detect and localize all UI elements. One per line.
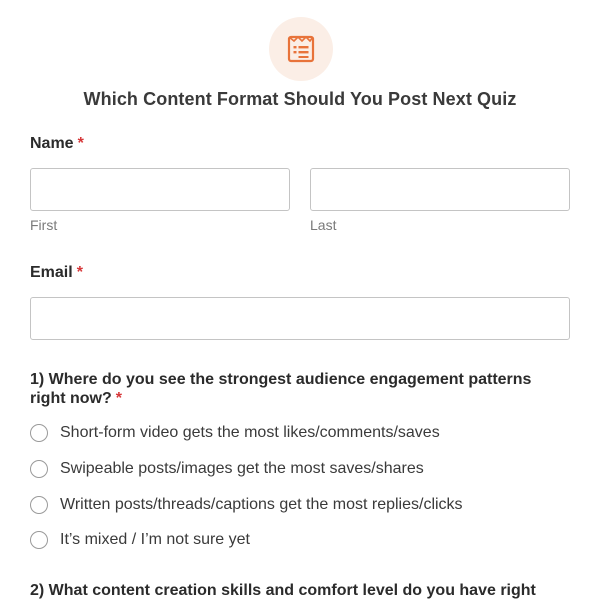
form-title: Which Content Format Should You Post Nex… xyxy=(83,89,517,109)
question-1-option-4[interactable]: It’s mixed / I’m not sure yet xyxy=(30,529,250,551)
name-label: Name * xyxy=(30,134,84,154)
radio-button[interactable] xyxy=(30,531,48,549)
option-label[interactable]: It’s mixed / I’m not sure yet xyxy=(60,530,250,550)
first-name-sublabel: First xyxy=(30,217,58,233)
question-1-option-3[interactable]: Written posts/threads/captions get the m… xyxy=(30,494,463,516)
last-name-sublabel: Last xyxy=(310,217,337,233)
email-label: Email * xyxy=(30,263,83,283)
required-asterisk: * xyxy=(77,135,84,152)
last-name-input[interactable] xyxy=(310,168,570,211)
option-label[interactable]: Written posts/threads/captions get the m… xyxy=(60,495,463,515)
form-list-icon xyxy=(287,35,315,63)
form-header-badge xyxy=(269,17,333,81)
first-name-input[interactable] xyxy=(30,168,290,211)
option-label[interactable]: Swipeable posts/images get the most save… xyxy=(60,459,424,479)
radio-button[interactable] xyxy=(30,424,48,442)
question-1-text: 1) Where do you see the strongest audien… xyxy=(30,371,532,407)
email-input[interactable] xyxy=(30,297,570,340)
option-label[interactable]: Short-form video gets the most likes/com… xyxy=(60,423,440,443)
question-2-label: 2) What content creation skills and comf… xyxy=(30,582,536,599)
radio-button[interactable] xyxy=(30,460,48,478)
question-1-option-2[interactable]: Swipeable posts/images get the most save… xyxy=(30,458,424,480)
question-1-option-1[interactable]: Short-form video gets the most likes/com… xyxy=(30,422,440,444)
required-asterisk: * xyxy=(76,264,83,281)
email-label-text: Email xyxy=(30,264,73,281)
question-1-label: 1) Where do you see the strongest audien… xyxy=(30,370,570,408)
radio-button[interactable] xyxy=(30,496,48,514)
required-asterisk: * xyxy=(115,390,122,407)
name-label-text: Name xyxy=(30,135,74,152)
